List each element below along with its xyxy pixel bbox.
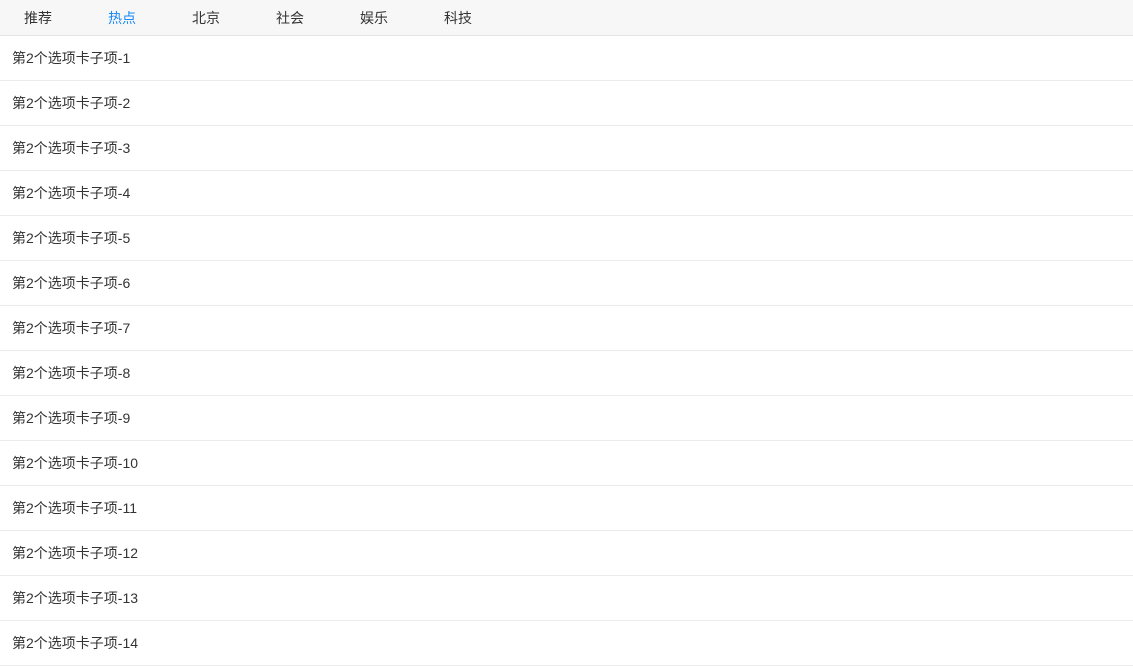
- tab-technology[interactable]: 科技: [426, 0, 490, 36]
- list-item[interactable]: 第2个选项卡子项-7: [0, 306, 1133, 351]
- list-item[interactable]: 第2个选项卡子项-4: [0, 171, 1133, 216]
- list-item[interactable]: 第2个选项卡子项-14: [0, 621, 1133, 666]
- tab-hotspot[interactable]: 热点: [90, 0, 154, 36]
- list-item[interactable]: 第2个选项卡子项-10: [0, 441, 1133, 486]
- list-item[interactable]: 第2个选项卡子项-5: [0, 216, 1133, 261]
- list-item[interactable]: 第2个选项卡子项-13: [0, 576, 1133, 621]
- tab-recommend[interactable]: 推荐: [6, 0, 70, 36]
- list-item[interactable]: 第2个选项卡子项-9: [0, 396, 1133, 441]
- list-item[interactable]: 第2个选项卡子项-2: [0, 81, 1133, 126]
- list-item[interactable]: 第2个选项卡子项-8: [0, 351, 1133, 396]
- content-list: 第2个选项卡子项-1 第2个选项卡子项-2 第2个选项卡子项-3 第2个选项卡子…: [0, 36, 1133, 666]
- list-item[interactable]: 第2个选项卡子项-6: [0, 261, 1133, 306]
- list-item[interactable]: 第2个选项卡子项-3: [0, 126, 1133, 171]
- list-item[interactable]: 第2个选项卡子项-11: [0, 486, 1133, 531]
- list-item[interactable]: 第2个选项卡子项-12: [0, 531, 1133, 576]
- list-item[interactable]: 第2个选项卡子项-1: [0, 36, 1133, 81]
- tab-beijing[interactable]: 北京: [174, 0, 238, 36]
- tab-bar: 推荐 热点 北京 社会 娱乐 科技: [0, 0, 1133, 36]
- tab-entertainment[interactable]: 娱乐: [342, 0, 406, 36]
- tab-society[interactable]: 社会: [258, 0, 322, 36]
